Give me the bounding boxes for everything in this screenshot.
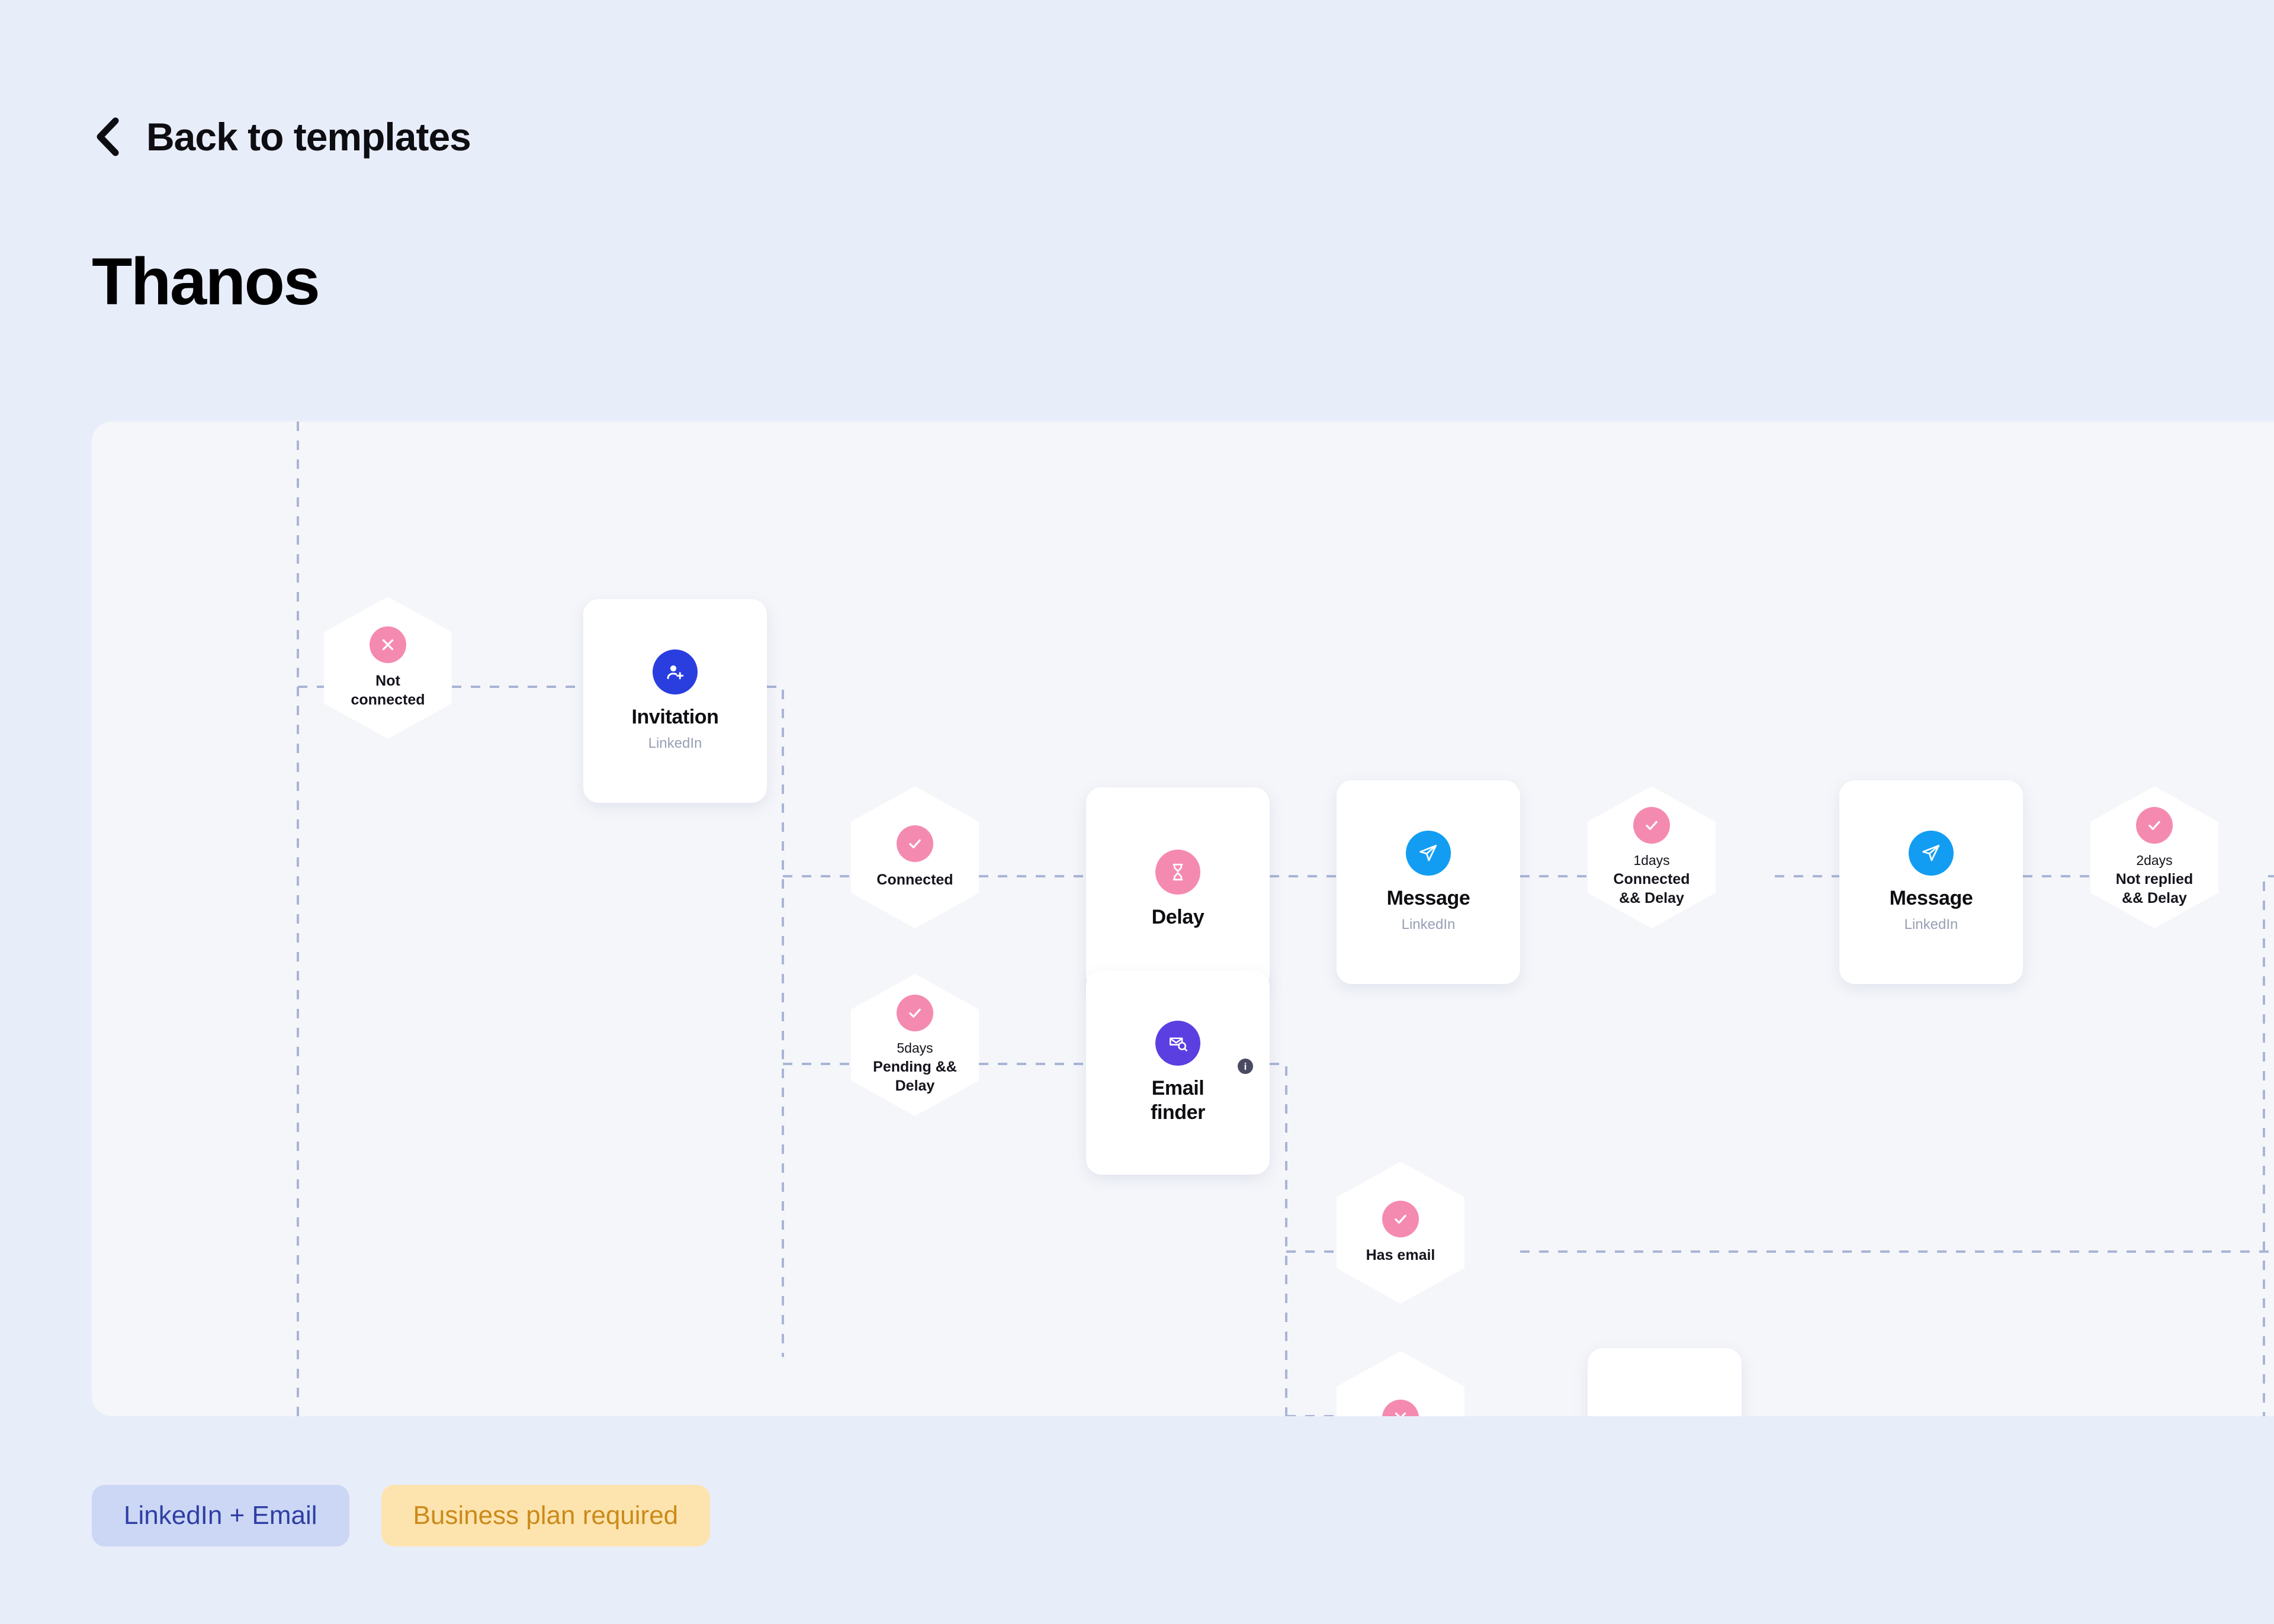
node-label: Connected (876, 872, 953, 888)
node-title: Invitation (631, 706, 719, 729)
check-icon (1633, 807, 1670, 844)
info-badge-icon[interactable]: i (1238, 1059, 1253, 1074)
node-title: Delay (1151, 905, 1205, 928)
send-icon (1909, 831, 1954, 876)
node-label-line1: Not replied (2115, 870, 2193, 887)
tag-plan-required: Business plan required (381, 1485, 711, 1546)
node-platform: LinkedIn (648, 735, 702, 751)
node-invitation[interactable]: Invitation LinkedIn (583, 599, 767, 803)
template-tags: LinkedIn + Email Business plan required (92, 1485, 711, 1546)
node-title-line2: finder (1150, 1101, 1206, 1124)
check-icon (897, 825, 933, 862)
node-platform: LinkedIn (1904, 916, 1958, 932)
node-label-line2: && Delay (1619, 889, 1684, 906)
node-label-line1: Connected (1613, 870, 1690, 887)
node-label-line2: connected (351, 692, 425, 708)
tag-channels: LinkedIn + Email (92, 1485, 349, 1546)
node-message-2[interactable]: Message LinkedIn (1839, 780, 2023, 984)
close-icon (370, 626, 406, 663)
check-icon (1382, 1201, 1419, 1237)
hourglass-icon (1155, 849, 1200, 895)
chevron-left-icon (92, 116, 124, 157)
node-label-line2: && Delay (2122, 889, 2187, 906)
node-stop-action[interactable] (1588, 1348, 1742, 1416)
node-label-line2: Delay (895, 1077, 935, 1094)
node-platform: LinkedIn (1401, 916, 1456, 932)
check-icon (897, 995, 933, 1032)
back-to-templates-button[interactable]: Back to templates (92, 116, 471, 157)
workflow-canvas[interactable]: Not connected Invitation LinkedIn Connec… (92, 422, 2274, 1416)
check-icon (2136, 807, 2173, 844)
close-icon (1382, 1400, 1419, 1416)
node-label-line1: Pending && (873, 1058, 957, 1075)
page-title: Thanos (92, 245, 320, 319)
node-days: 2days (2136, 853, 2173, 869)
node-message-1[interactable]: Message LinkedIn (1337, 780, 1520, 984)
send-icon (1406, 831, 1451, 876)
person-add-icon (653, 649, 698, 695)
node-email-finder[interactable]: Email finder i (1086, 971, 1270, 1175)
email-search-icon (1155, 1021, 1200, 1066)
node-label: Has email (1366, 1247, 1435, 1263)
node-title-line1: Email (1151, 1077, 1205, 1100)
node-label-line1: Not (375, 673, 400, 689)
node-delay[interactable]: Delay (1086, 787, 1270, 991)
node-days: 5days (897, 1040, 933, 1056)
back-to-templates-label: Back to templates (146, 115, 471, 159)
node-title: Message (1889, 887, 1973, 910)
node-title: Message (1386, 887, 1470, 910)
node-days: 1days (1633, 853, 1670, 869)
